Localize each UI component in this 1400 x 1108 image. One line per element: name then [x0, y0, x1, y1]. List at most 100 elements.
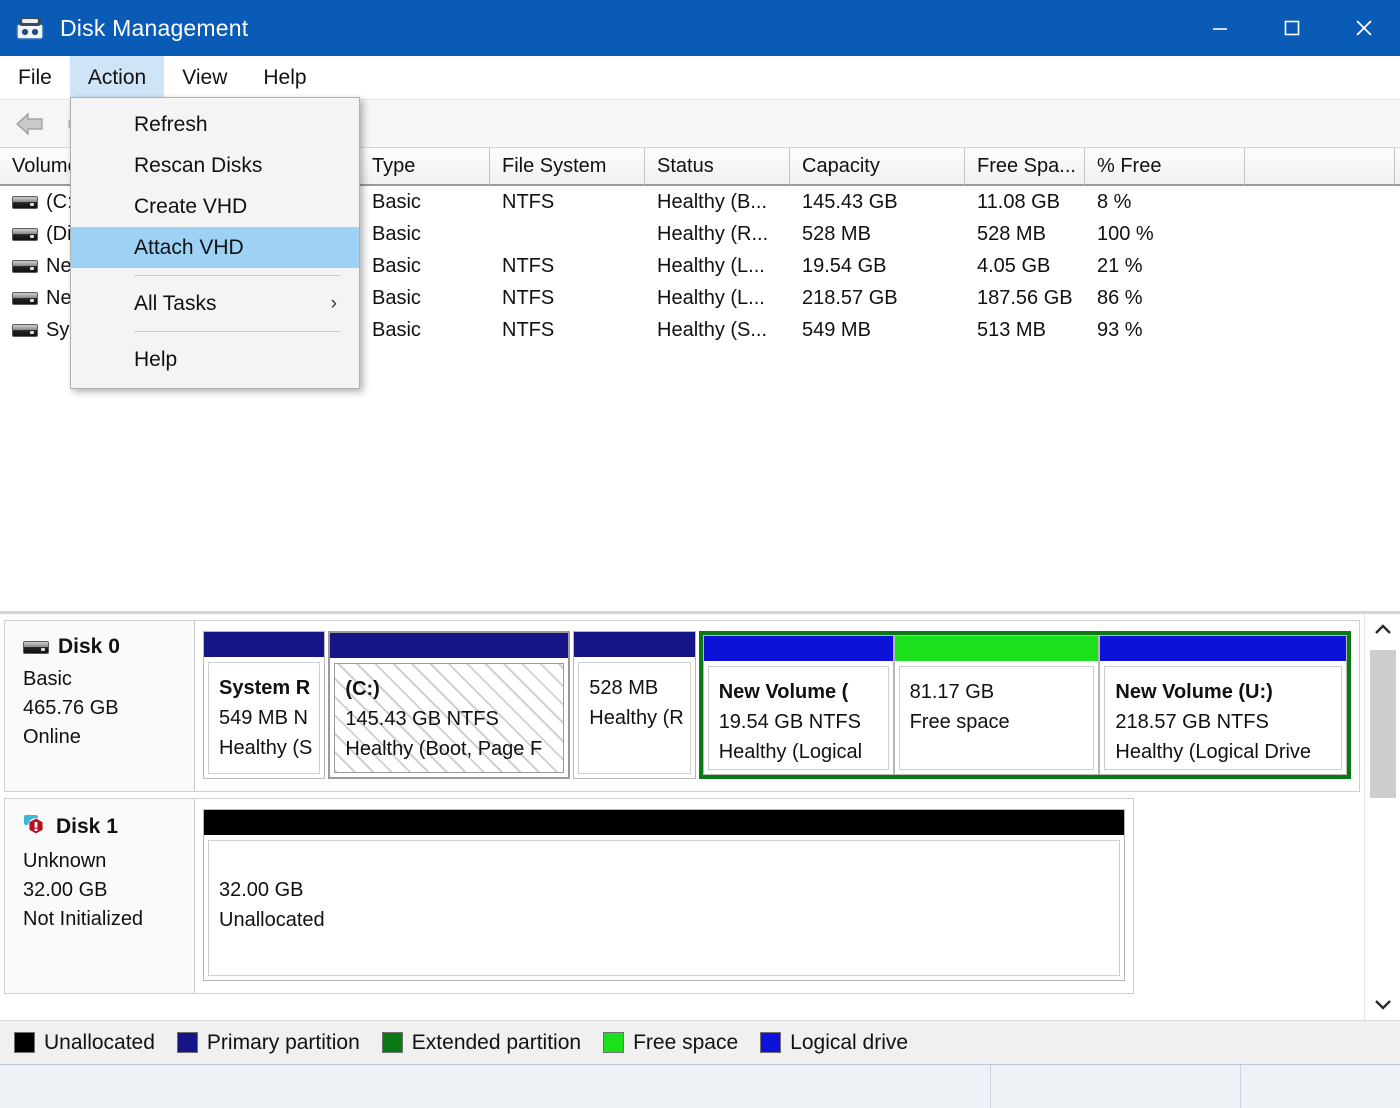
- scrollbar-thumb[interactable]: [1369, 650, 1396, 798]
- partition-color-bar: [703, 636, 893, 662]
- cell-status: Healthy (B...: [657, 191, 768, 213]
- cell-type: Basic: [372, 319, 421, 341]
- drive-icon: [12, 259, 38, 273]
- cell-capacity: 145.43 GB: [802, 191, 898, 213]
- status-cell-main: [0, 1065, 990, 1108]
- partition-label: New Volume (U:): [1115, 681, 1273, 703]
- disk-0-partitions: System R 549 MB N Healthy (S (C:) 145.43…: [195, 621, 1359, 791]
- extended-partition-group[interactable]: New Volume ( 19.54 GB NTFS Healthy (Logi…: [698, 631, 1351, 779]
- chevron-up-icon[interactable]: [1365, 614, 1400, 646]
- disk-block-disk-0[interactable]: Disk 0 Basic 465.76 GB Online System R 5…: [4, 620, 1360, 792]
- disk-1-name: Disk 1: [56, 815, 118, 838]
- column-header-free-space[interactable]: Free Spa...: [965, 148, 1085, 185]
- scrollbar-track[interactable]: [1365, 646, 1400, 988]
- cell-status: Healthy (S...: [657, 319, 768, 341]
- cell-free-space: 513 MB: [977, 319, 1046, 341]
- disk-graph-scroll-area: Disk 0 Basic 465.76 GB Online System R 5…: [0, 614, 1364, 1020]
- disk-1-state: Not Initialized: [23, 908, 144, 930]
- menu-item-refresh[interactable]: Refresh: [71, 104, 359, 145]
- window-controls: [1184, 0, 1400, 56]
- cell-capacity: 528 MB: [802, 223, 871, 245]
- partition-free-space[interactable]: 81.17 GB Free space: [893, 635, 1100, 775]
- partition-size: 528 MB: [589, 677, 659, 699]
- minimize-icon[interactable]: [1184, 0, 1256, 56]
- legend-label: Logical drive: [790, 1030, 909, 1054]
- menu-item-rescan-disks[interactable]: Rescan Disks: [71, 145, 359, 186]
- disk-block-disk-1[interactable]: Disk 1 Unknown 32.00 GB Not Initialized …: [4, 798, 1134, 994]
- column-header-spacer[interactable]: [1245, 148, 1395, 185]
- menu-view[interactable]: View: [164, 56, 245, 99]
- disk-drive-icon: [14, 14, 48, 42]
- cell-status: Healthy (L...: [657, 255, 765, 277]
- cell-free-space: 528 MB: [977, 223, 1046, 245]
- action-dropdown-menu: Refresh Rescan Disks Create VHD Attach V…: [70, 97, 360, 389]
- disk-0-name: Disk 0: [58, 635, 120, 658]
- chevron-down-icon[interactable]: [1365, 988, 1400, 1020]
- partition-c-drive[interactable]: (C:) 145.43 GB NTFS Healthy (Boot, Page …: [328, 631, 571, 779]
- vertical-scrollbar[interactable]: [1364, 614, 1400, 1020]
- partition-new-volume-logical[interactable]: New Volume ( 19.54 GB NTFS Healthy (Logi…: [702, 635, 894, 775]
- menu-action[interactable]: Action: [69, 56, 165, 99]
- cell-file-system: NTFS: [502, 319, 555, 341]
- partition-new-volume-u[interactable]: New Volume (U:) 218.57 GB NTFS Healthy (…: [1099, 635, 1347, 775]
- partition-body: 32.00 GB Unallocated: [208, 840, 1120, 976]
- partition-status: Healthy (Boot, Page F: [345, 738, 543, 760]
- menu-item-create-vhd[interactable]: Create VHD: [71, 186, 359, 227]
- cell-type: Basic: [372, 223, 421, 245]
- partition-label: New Volume (: [718, 681, 849, 703]
- legend-label: Extended partition: [411, 1030, 582, 1054]
- partition-color-bar: [1100, 636, 1346, 662]
- disk-graphical-pane: Disk 0 Basic 465.76 GB Online System R 5…: [0, 614, 1400, 1020]
- disk-0-size: 465.76 GB: [23, 697, 119, 719]
- partition-color-bar: [574, 632, 695, 658]
- partition-status: Healthy (R: [589, 707, 684, 729]
- partition-body: System R 549 MB N Healthy (S: [208, 662, 321, 774]
- cell-percent-free: 8 %: [1097, 191, 1132, 213]
- column-header-percent-free[interactable]: % Free: [1085, 148, 1245, 185]
- legend-label: Free space: [633, 1030, 739, 1054]
- legend-item-extended-partition: Extended partition: [381, 1030, 582, 1055]
- menu-help[interactable]: Help: [245, 56, 324, 99]
- cell-free-space: 187.56 GB: [977, 287, 1073, 309]
- disk-0-info: Disk 0 Basic 465.76 GB Online: [5, 621, 195, 791]
- partition-system-reserved[interactable]: System R 549 MB N Healthy (S: [203, 631, 326, 779]
- cell-capacity: 218.57 GB: [802, 287, 898, 309]
- menu-file[interactable]: File: [0, 56, 70, 99]
- partition-status: Healthy (Logical Drive: [1115, 741, 1312, 763]
- partition-status: Free space: [909, 711, 1010, 733]
- disk-1-partitions: 32.00 GB Unallocated: [195, 799, 1133, 993]
- cell-free-space: 11.08 GB: [977, 191, 1061, 213]
- column-header-file-system[interactable]: File System: [490, 148, 645, 185]
- maximize-icon[interactable]: [1256, 0, 1328, 56]
- partition-size: 81.17 GB: [909, 681, 995, 703]
- legend-bar: Unallocated Primary partition Extended p…: [0, 1020, 1400, 1064]
- column-header-capacity[interactable]: Capacity: [790, 148, 965, 185]
- partition-size: 549 MB N: [219, 707, 308, 729]
- close-icon[interactable]: [1328, 0, 1400, 56]
- disk-0-title: Disk 0: [23, 635, 194, 659]
- cell-file-system: NTFS: [502, 287, 555, 309]
- title-bar: Disk Management: [0, 0, 1400, 56]
- menu-item-attach-vhd[interactable]: Attach VHD: [71, 227, 359, 268]
- partition-color-bar: [204, 632, 325, 658]
- column-header-type[interactable]: Type: [360, 148, 490, 185]
- disk-0-state: Online: [23, 726, 81, 748]
- cell-percent-free: 86 %: [1097, 287, 1143, 309]
- back-arrow-icon[interactable]: [8, 104, 52, 144]
- cell-type: Basic: [372, 287, 421, 309]
- legend-swatch-logical-drive: [760, 1032, 782, 1053]
- menu-separator: [134, 331, 341, 332]
- column-header-status[interactable]: Status: [645, 148, 790, 185]
- disk-0-type: Basic: [23, 668, 72, 690]
- menu-item-all-tasks[interactable]: All Tasks ›: [71, 283, 359, 324]
- partition-recovery[interactable]: 528 MB Healthy (R: [573, 631, 696, 779]
- partition-unallocated[interactable]: 32.00 GB Unallocated: [203, 809, 1125, 981]
- cell-percent-free: 100 %: [1097, 223, 1154, 245]
- partition-color-bar: [204, 810, 1124, 836]
- cell-type: Basic: [372, 255, 421, 277]
- menu-item-help[interactable]: Help: [71, 339, 359, 380]
- legend-swatch-unallocated: [14, 1032, 35, 1053]
- disk-1-size: 32.00 GB: [23, 879, 108, 901]
- cell-capacity: 549 MB: [802, 319, 871, 341]
- partition-status: Unallocated: [219, 909, 325, 931]
